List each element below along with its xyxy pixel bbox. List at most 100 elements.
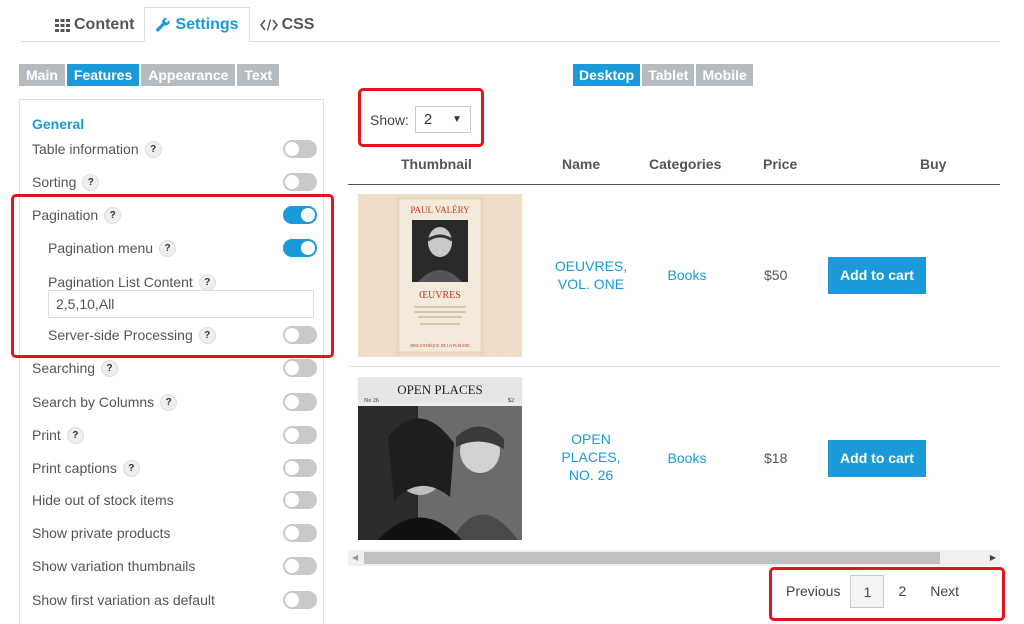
- pagination-page-2[interactable]: 2: [884, 575, 920, 608]
- scroll-right-arrow-icon[interactable]: ▶: [990, 553, 996, 562]
- cover-issue: No 26: [364, 398, 379, 404]
- device-tab-desktop[interactable]: Desktop: [573, 64, 641, 86]
- category-link[interactable]: Books: [662, 267, 712, 283]
- pagination-list-content-input[interactable]: 2,5,10,All: [48, 290, 314, 318]
- features-panel: General Table information? Sorting? Pagi…: [19, 99, 324, 624]
- help-icon[interactable]: ?: [198, 273, 216, 291]
- column-header-price[interactable]: Price: [763, 156, 797, 172]
- page-length-select[interactable]: 2 ▼: [414, 106, 471, 133]
- toggle-pagination-menu[interactable]: [283, 239, 317, 257]
- setting-label: Searching: [32, 360, 96, 376]
- show-label: Show:: [370, 111, 409, 128]
- tab-content[interactable]: Content: [45, 8, 144, 42]
- toggle-show-private-products[interactable]: [283, 524, 317, 542]
- help-icon[interactable]: ?: [82, 173, 100, 191]
- setting-label: Search by Columns: [32, 394, 155, 410]
- setting-label: Server-side Processing: [48, 327, 193, 343]
- scrollbar-thumb[interactable]: [364, 552, 940, 564]
- device-tabs: Desktop Tablet Mobile: [573, 64, 753, 86]
- table-row: PAUL VALÉRY ŒUVRES BIBLIOTHÈQUE DE LA PL…: [348, 185, 1000, 367]
- pagination-page-1[interactable]: 1: [850, 575, 885, 608]
- setting-label: Pagination menu: [48, 240, 154, 256]
- column-header-buy[interactable]: Buy: [920, 156, 946, 172]
- pagination-previous[interactable]: Previous: [776, 575, 850, 608]
- toggle-hide-out-of-stock[interactable]: [283, 491, 317, 509]
- subtab-text[interactable]: Text: [237, 64, 280, 86]
- column-header-categories[interactable]: Categories: [649, 156, 721, 172]
- horizontal-scrollbar[interactable]: ◀ ▶: [348, 550, 1000, 566]
- setting-show-variation-thumbnails: Show variation thumbnails: [32, 554, 317, 578]
- product-name-link[interactable]: OPEN PLACES, NO. 26: [536, 430, 646, 484]
- table-row: OPEN PLACES No 26 $2 OPEN PLACES, NO. 26…: [348, 367, 1000, 549]
- setting-label: Hide out of stock items: [32, 492, 174, 508]
- subtab-features[interactable]: Features: [66, 64, 140, 86]
- add-to-cart-button[interactable]: Add to cart: [828, 440, 926, 477]
- category-link[interactable]: Books: [662, 450, 712, 466]
- toggle-searching[interactable]: [283, 359, 317, 377]
- column-header-thumbnail[interactable]: Thumbnail: [401, 156, 472, 172]
- code-icon: [259, 19, 278, 31]
- product-name-line: VOL. ONE: [557, 276, 625, 292]
- product-thumbnail[interactable]: PAUL VALÉRY ŒUVRES BIBLIOTHÈQUE DE LA PL…: [358, 194, 522, 357]
- setting-show-private-products: Show private products: [32, 521, 317, 545]
- setting-label: Pagination List Content: [48, 274, 193, 290]
- tab-settings-label: Settings: [175, 15, 239, 33]
- setting-label: Show variation thumbnails: [32, 558, 196, 574]
- cover-title: ŒUVRES: [419, 290, 461, 301]
- device-tab-mobile[interactable]: Mobile: [696, 64, 753, 86]
- subtab-appearance[interactable]: Appearance: [141, 64, 236, 86]
- page-length-value: 2: [423, 111, 433, 128]
- help-icon[interactable]: ?: [198, 326, 216, 344]
- product-name-line: OPEN: [571, 431, 611, 447]
- setting-label: Show private products: [32, 525, 171, 541]
- tab-content-label: Content: [74, 16, 135, 33]
- setting-search-by-columns: Search by Columns?: [32, 390, 317, 414]
- product-name-link[interactable]: OEUVRES, VOL. ONE: [536, 257, 646, 293]
- help-icon[interactable]: ?: [122, 459, 140, 477]
- setting-server-side-processing: Server-side Processing?: [48, 323, 317, 347]
- product-thumbnail[interactable]: OPEN PLACES No 26 $2: [358, 377, 522, 540]
- subtab-main[interactable]: Main: [19, 64, 65, 86]
- toggle-sorting[interactable]: [283, 173, 317, 191]
- product-price: $18: [764, 450, 788, 466]
- caret-down-icon: ▼: [452, 114, 462, 125]
- scroll-left-arrow-icon[interactable]: ◀: [352, 553, 358, 562]
- help-icon[interactable]: ?: [160, 393, 178, 411]
- help-icon[interactable]: ?: [144, 140, 162, 158]
- setting-pagination: Pagination?: [32, 203, 317, 227]
- setting-first-variation-default: Show first variation as default: [32, 588, 317, 612]
- setting-label: Sorting: [32, 174, 77, 190]
- toggle-first-variation-default[interactable]: [283, 591, 317, 609]
- help-icon[interactable]: ?: [159, 239, 177, 257]
- wrench-icon: [155, 17, 171, 33]
- pagination-next[interactable]: Next: [920, 575, 969, 608]
- tab-css[interactable]: CSS: [250, 8, 325, 42]
- setting-pagination-menu: Pagination menu?: [48, 236, 317, 260]
- help-icon[interactable]: ?: [101, 359, 119, 377]
- setting-print: Print?: [32, 423, 317, 447]
- setting-label: Print captions: [32, 460, 117, 476]
- toggle-print[interactable]: [283, 426, 317, 444]
- help-icon[interactable]: ?: [66, 426, 84, 444]
- cover-footer: BIBLIOTHÈQUE DE LA PLÉIADE: [410, 343, 470, 348]
- column-header-name[interactable]: Name: [562, 156, 600, 172]
- toggle-pagination[interactable]: [283, 206, 317, 224]
- top-tabs: Content Settings CSS: [45, 7, 325, 42]
- setting-label: Pagination: [32, 207, 99, 223]
- page-length-control: Show: 2 ▼: [370, 106, 471, 133]
- toggle-search-by-columns[interactable]: [283, 393, 317, 411]
- add-to-cart-button[interactable]: Add to cart: [828, 257, 926, 294]
- setting-print-captions: Print captions?: [32, 456, 317, 480]
- toggle-server-side-processing[interactable]: [283, 326, 317, 344]
- toggle-print-captions[interactable]: [283, 459, 317, 477]
- settings-subtabs: Main Features Appearance Text: [19, 64, 280, 86]
- setting-label: Print: [32, 427, 61, 443]
- toggle-table-information[interactable]: [283, 140, 317, 158]
- tab-settings[interactable]: Settings: [144, 7, 250, 42]
- device-tab-tablet[interactable]: Tablet: [642, 64, 695, 86]
- setting-searching: Searching?: [32, 356, 317, 380]
- setting-table-information: Table information?: [32, 137, 317, 161]
- product-name-line: OEUVRES,: [554, 258, 628, 274]
- toggle-show-variation-thumbnails[interactable]: [283, 557, 317, 575]
- help-icon[interactable]: ?: [104, 206, 122, 224]
